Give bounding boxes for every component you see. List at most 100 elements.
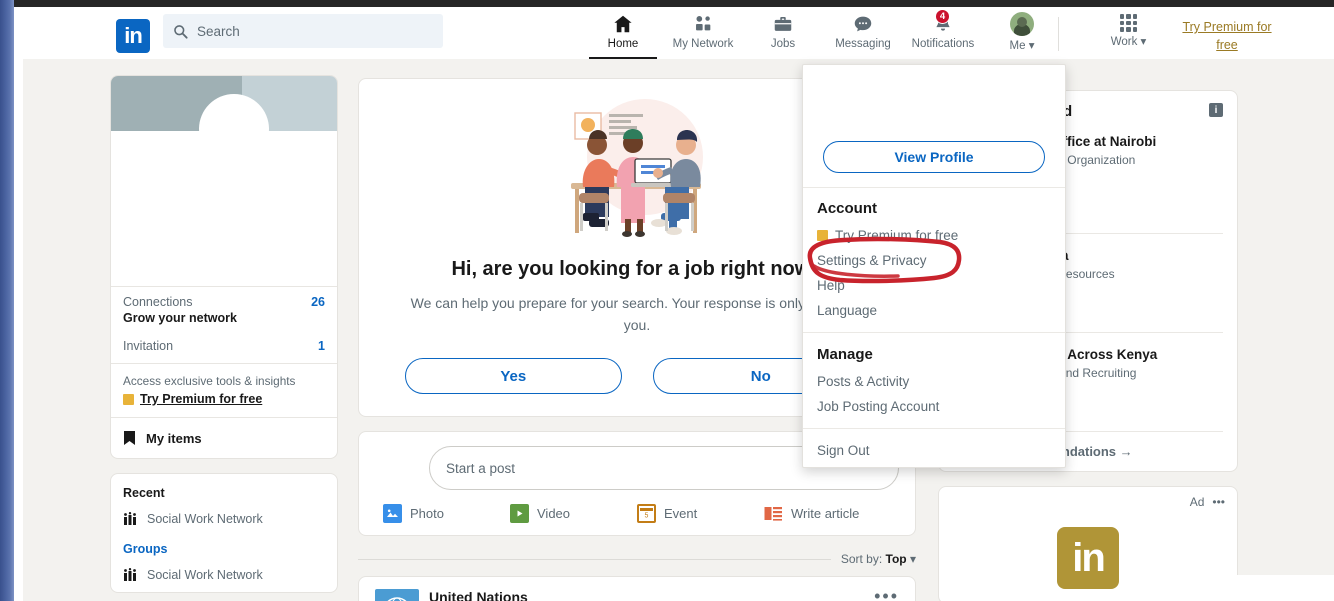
ad-menu-icon[interactable]: •••: [1212, 495, 1225, 509]
post-action-event[interactable]: 5 Event: [637, 504, 764, 524]
start-post-placeholder: Start a post: [446, 460, 516, 476]
search-placeholder: Search: [197, 23, 240, 39]
bookmark-icon: [124, 431, 135, 445]
global-nav: in Search Home My Network Jobs Messaging…: [23, 7, 1334, 59]
dropdown-item-label: Job Posting Account: [817, 399, 940, 414]
try-premium-nav-link[interactable]: Try Premium for free: [1173, 18, 1281, 54]
linkedin-logo-icon: in: [1057, 526, 1119, 589]
dropdown-item-label: Help: [817, 278, 845, 293]
work-menu-button[interactable]: Work ▾: [1091, 7, 1166, 59]
left-sidebar: Connections 26 Grow your network Invitat…: [110, 75, 338, 593]
dropdown-item-label: Try Premium for free: [835, 228, 959, 243]
linkedin-page: in Search Home My Network Jobs Messaging…: [0, 0, 1334, 601]
video-icon: [510, 504, 529, 524]
nav-item-notifications[interactable]: 4 Notifications: [903, 7, 983, 59]
my-items-link[interactable]: My items: [111, 418, 337, 458]
info-icon[interactable]: i: [1209, 103, 1223, 117]
premium-badge-icon: [123, 393, 134, 405]
post-action-video[interactable]: Video: [510, 504, 637, 524]
home-icon: [612, 12, 634, 36]
feed-post-header: United Nations 4,005,650 followers •••: [375, 587, 899, 601]
dropdown-item-job-posting-account[interactable]: Job Posting Account: [803, 394, 1065, 419]
nav-item-home[interactable]: Home: [583, 7, 663, 59]
view-profile-button[interactable]: View Profile: [823, 141, 1045, 173]
premium-upsell: Access exclusive tools & insights Try Pr…: [111, 364, 337, 417]
page-left-margin: [14, 7, 23, 601]
dropdown-manage-heading: Manage: [817, 346, 873, 363]
chat-icon: [852, 12, 874, 36]
try-premium-sidebar-link[interactable]: Try Premium for free: [123, 392, 325, 406]
profile-avatar[interactable]: [199, 94, 269, 164]
connections-label: Connections: [123, 295, 193, 309]
dropdown-profile-preview: [803, 65, 1065, 141]
job-yes-button[interactable]: Yes: [405, 358, 622, 395]
sort-control[interactable]: Sort by: Top ▾: [841, 552, 916, 566]
nav-items: Home My Network Jobs Messaging 4 Notific…: [583, 7, 983, 59]
invitation-label: Invitation: [123, 339, 174, 353]
article-icon: [764, 504, 783, 524]
dropdown-item-label: Posts & Activity: [817, 374, 910, 389]
avatar: [1010, 12, 1034, 36]
nav-item-messaging[interactable]: Messaging: [823, 7, 903, 59]
nav-item-my-network[interactable]: My Network: [663, 7, 743, 59]
feed-post-author[interactable]: United Nations: [429, 589, 533, 601]
premium-badge-icon: [817, 230, 828, 241]
bell-icon: 4: [932, 9, 954, 36]
profile-card: Connections 26 Grow your network Invitat…: [110, 75, 338, 459]
nav-item-jobs[interactable]: Jobs: [743, 7, 823, 59]
notifications-badge: 4: [935, 9, 950, 24]
post-action-bar: Photo Video 5 Event Write article: [375, 504, 899, 524]
work-label: Work ▾: [1110, 36, 1147, 48]
united-nations-logo-icon[interactable]: [375, 589, 419, 601]
post-action-write-article[interactable]: Write article: [764, 504, 891, 524]
me-label: Me ▾: [1009, 40, 1035, 52]
me-dropdown-menu: View Profile Account Try Premium for fre…: [802, 64, 1066, 468]
dropdown-item-label: Sign Out: [817, 443, 870, 458]
recent-item-social-work-network[interactable]: Social Work Network: [123, 512, 325, 526]
post-action-label: Write article: [791, 506, 860, 522]
connections-row[interactable]: Connections 26: [123, 295, 325, 309]
search-input[interactable]: Search: [163, 14, 443, 48]
network-stats: Connections 26 Grow your network Invitat…: [111, 287, 337, 363]
ad-card: Ad ••• in: [938, 485, 1238, 601]
groups-heading[interactable]: Groups: [123, 542, 325, 556]
me-menu-button[interactable]: Me ▾: [991, 7, 1053, 59]
group-icon: [124, 512, 136, 525]
my-items-label: My items: [146, 430, 202, 446]
feed-post-card: United Nations 4,005,650 followers •••: [358, 576, 916, 601]
calendar-icon: 5: [637, 504, 656, 524]
divider: [803, 428, 1065, 429]
dropdown-item-language[interactable]: Language: [803, 298, 1065, 323]
nav-divider: [1058, 17, 1059, 51]
people-icon: [692, 12, 714, 36]
nav-label-home: Home: [607, 38, 639, 50]
dropdown-account-heading: Account: [817, 200, 877, 217]
browser-top-edge: [0, 0, 1334, 7]
avatar[interactable]: [375, 446, 419, 491]
dropdown-item-try-premium[interactable]: Try Premium for free: [803, 223, 1065, 248]
grid-icon: [1119, 14, 1138, 32]
connections-count: 26: [311, 295, 325, 309]
recent-heading: Recent: [123, 486, 165, 500]
ad-header: Ad •••: [951, 495, 1225, 509]
nav-label-messaging: Messaging: [835, 38, 891, 50]
recent-groups-card: Recent Social Work Network Groups Social…: [110, 473, 338, 593]
feed-post-menu-icon[interactable]: •••: [874, 587, 899, 601]
photo-icon: [383, 504, 402, 524]
dropdown-item-sign-out[interactable]: Sign Out: [803, 438, 1065, 463]
dropdown-item-help[interactable]: Help: [803, 273, 1065, 298]
dropdown-item-posts-activity[interactable]: Posts & Activity: [803, 369, 1065, 394]
profile-cover-image: [111, 76, 337, 164]
invitation-row[interactable]: Invitation 1: [123, 339, 325, 353]
group-item-social-work-network[interactable]: Social Work Network: [123, 568, 325, 582]
nav-label-notifications: Notifications: [911, 38, 975, 50]
post-action-label: Photo: [410, 506, 444, 522]
divider: [803, 332, 1065, 333]
sort-prefix: Sort by:: [840, 552, 883, 567]
browser-left-edge: [0, 0, 14, 601]
nav-label-jobs: Jobs: [770, 38, 796, 50]
linkedin-logo-icon[interactable]: in: [116, 19, 150, 53]
dropdown-item-settings-privacy[interactable]: Settings & Privacy: [803, 248, 1065, 273]
post-action-photo[interactable]: Photo: [383, 504, 510, 524]
job-search-illustration: [571, 99, 703, 237]
